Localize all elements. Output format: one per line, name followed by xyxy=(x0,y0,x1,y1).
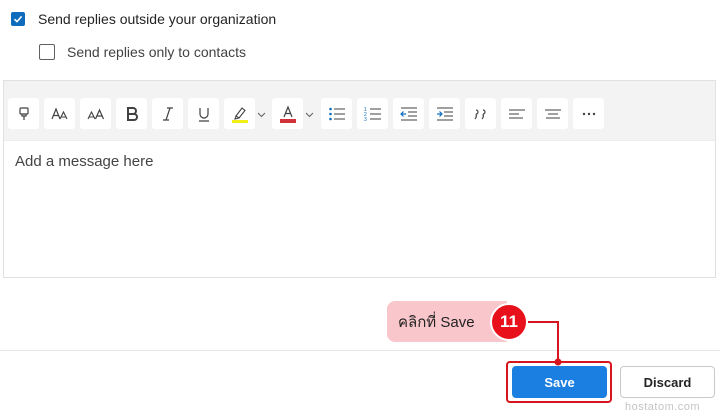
font-size-icon xyxy=(87,106,105,122)
align-center-icon xyxy=(544,107,562,121)
message-input[interactable]: Add a message here xyxy=(15,153,153,170)
bold-button[interactable] xyxy=(116,98,147,129)
step-number-badge: 11 xyxy=(490,303,528,341)
bullets-icon xyxy=(328,106,346,122)
italic-button[interactable] xyxy=(152,98,183,129)
option-label: Send replies outside your organization xyxy=(38,11,277,27)
font-button[interactable] xyxy=(44,98,75,129)
footer-divider xyxy=(0,350,720,351)
discard-button[interactable]: Discard xyxy=(620,366,715,398)
more-options-button[interactable] xyxy=(573,98,604,129)
format-painter-button[interactable] xyxy=(8,98,39,129)
font-icon xyxy=(50,106,69,122)
svg-text:3: 3 xyxy=(364,117,367,122)
watermark: hostatom.com xyxy=(625,401,701,413)
checkbox-unchecked-icon[interactable] xyxy=(39,44,55,60)
format-painter-icon xyxy=(16,106,32,122)
numbering-icon: 123 xyxy=(364,106,382,122)
bold-icon xyxy=(125,106,139,122)
align-left-button[interactable] xyxy=(501,98,532,129)
more-options-icon xyxy=(581,112,597,116)
decrease-indent-button[interactable] xyxy=(393,98,424,129)
annotation-callout: คลิกที่ Save xyxy=(387,301,507,342)
checkbox-checked-icon[interactable] xyxy=(11,12,25,26)
increase-indent-button[interactable] xyxy=(429,98,460,129)
formatting-toolbar: 123 xyxy=(4,81,715,141)
save-button[interactable]: Save xyxy=(512,366,607,398)
message-editor: 123 Add a message here xyxy=(3,80,716,278)
option-send-outside[interactable]: Send replies outside your organization xyxy=(11,11,276,27)
chevron-down-icon xyxy=(305,105,314,123)
underline-icon xyxy=(197,106,211,122)
underline-button[interactable] xyxy=(188,98,219,129)
font-color-dropdown[interactable] xyxy=(303,98,315,129)
decrease-indent-icon xyxy=(399,106,418,122)
align-left-icon xyxy=(508,107,526,121)
numbering-button[interactable]: 123 xyxy=(357,98,388,129)
bullets-button[interactable] xyxy=(321,98,352,129)
highlight-button[interactable] xyxy=(224,98,255,129)
quote-icon xyxy=(473,107,489,121)
option-only-contacts[interactable]: Send replies only to contacts xyxy=(39,44,246,60)
increase-indent-icon xyxy=(436,106,454,122)
quote-button[interactable] xyxy=(465,98,496,129)
font-color-icon xyxy=(279,104,297,123)
chevron-down-icon xyxy=(257,105,266,123)
highlight-icon xyxy=(231,105,249,123)
align-center-button[interactable] xyxy=(537,98,568,129)
font-color-button[interactable] xyxy=(272,98,303,129)
highlight-dropdown[interactable] xyxy=(255,98,267,129)
option-label: Send replies only to contacts xyxy=(67,44,246,60)
font-size-button[interactable] xyxy=(80,98,111,129)
italic-icon xyxy=(161,106,175,122)
annotation-text: คลิกที่ Save xyxy=(398,313,475,331)
